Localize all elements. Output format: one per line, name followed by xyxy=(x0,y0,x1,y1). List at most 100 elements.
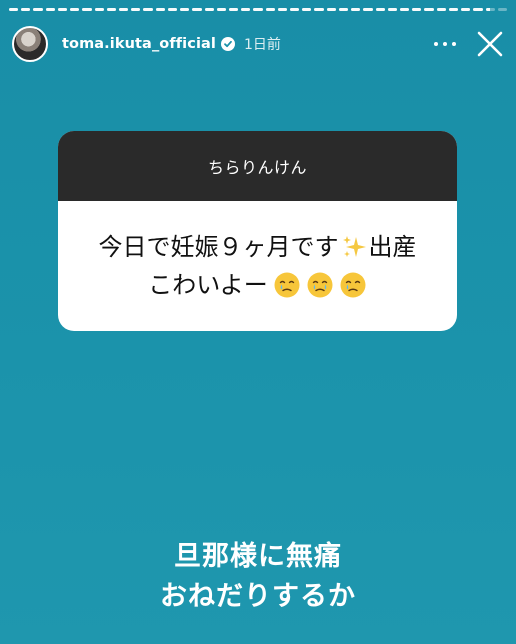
progress-segment xyxy=(143,8,153,11)
progress-segment-fill xyxy=(375,8,385,11)
username[interactable]: toma.ikuta_official xyxy=(62,36,216,52)
progress-segment xyxy=(180,8,190,11)
close-button[interactable] xyxy=(474,28,506,60)
progress-segment-fill xyxy=(155,8,165,11)
question-line-1: 今日で妊娠９ヶ月です 出産 xyxy=(99,228,417,266)
progress-segment-fill xyxy=(57,8,68,11)
progress-segment-fill xyxy=(461,8,471,11)
progress-segment xyxy=(277,8,288,11)
progress-segment xyxy=(155,8,165,11)
post-time: 1日前 xyxy=(243,37,281,53)
progress-segment xyxy=(131,8,141,11)
progress-segment xyxy=(485,8,495,11)
progress-segment xyxy=(314,8,324,11)
progress-segment xyxy=(21,8,31,11)
question-text-part: こわいよー xyxy=(148,271,268,299)
progress-segment-fill xyxy=(216,8,226,11)
story-progress-bar xyxy=(9,8,507,11)
question-text-part: 今日で妊娠９ヶ月です xyxy=(98,233,339,261)
face-holding-back-tears-icon xyxy=(340,272,366,298)
progress-segment-fill xyxy=(265,8,275,11)
verified-badge-icon xyxy=(220,37,235,51)
question-text-part: 出産 xyxy=(368,233,417,261)
progress-segment-fill xyxy=(253,8,263,11)
progress-segment xyxy=(375,8,385,11)
reply-line-2: おねだりするか xyxy=(160,581,356,612)
more-dot-icon xyxy=(434,42,438,46)
progress-segment-fill xyxy=(192,8,202,11)
more-options-button[interactable] xyxy=(430,29,460,59)
avatar[interactable] xyxy=(12,26,48,62)
progress-segment-fill xyxy=(351,8,361,11)
progress-segment-fill xyxy=(118,8,129,11)
progress-segment xyxy=(436,8,446,11)
progress-segment-fill xyxy=(424,8,434,11)
question-asker: ちらりんけん xyxy=(58,131,457,201)
question-line-2: こわいよー xyxy=(148,266,367,304)
more-dot-icon xyxy=(443,42,447,46)
progress-segment-fill xyxy=(204,8,214,11)
progress-segment xyxy=(400,8,410,11)
progress-segment xyxy=(424,8,434,11)
progress-segment-fill xyxy=(70,8,80,11)
progress-segment xyxy=(33,8,43,11)
progress-segment-fill xyxy=(448,8,459,11)
progress-segment-fill xyxy=(338,8,349,11)
progress-segment xyxy=(192,8,202,11)
close-icon xyxy=(477,31,503,57)
progress-segment xyxy=(338,8,349,11)
face-holding-back-tears-icon xyxy=(274,272,300,298)
progress-segment-fill xyxy=(473,8,483,11)
progress-segment-fill xyxy=(106,8,116,11)
progress-segment xyxy=(216,8,226,11)
progress-segment-fill xyxy=(400,8,410,11)
progress-segment-fill xyxy=(326,8,336,11)
progress-segment xyxy=(167,8,178,11)
progress-segment xyxy=(412,8,422,11)
sparkles-icon xyxy=(342,236,366,257)
progress-segment xyxy=(253,8,263,11)
progress-segment-fill xyxy=(33,8,43,11)
progress-segment xyxy=(302,8,312,11)
progress-segment-fill xyxy=(290,8,300,11)
progress-segment-fill xyxy=(21,8,31,11)
progress-segment-fill xyxy=(82,8,92,11)
progress-segment xyxy=(106,8,116,11)
face-holding-back-tears-icon xyxy=(307,272,333,298)
progress-segment xyxy=(241,8,251,11)
progress-segment-fill xyxy=(45,8,55,11)
story-header: toma.ikuta_official 1日前 xyxy=(12,24,506,64)
progress-segment xyxy=(57,8,68,11)
progress-segment-fill xyxy=(436,8,446,11)
progress-segment xyxy=(45,8,55,11)
progress-segment xyxy=(94,8,104,11)
progress-segment-fill xyxy=(387,8,397,11)
progress-segment xyxy=(204,8,214,11)
progress-segment xyxy=(82,8,92,11)
progress-segment xyxy=(265,8,275,11)
progress-segment-fill xyxy=(9,8,19,11)
progress-segment xyxy=(461,8,471,11)
progress-segment-fill xyxy=(131,8,141,11)
progress-segment xyxy=(290,8,300,11)
reply-line-1: 旦那様に無痛 xyxy=(174,541,342,572)
progress-segment-fill xyxy=(277,8,288,11)
progress-segment xyxy=(228,8,239,11)
progress-segment xyxy=(351,8,361,11)
progress-segment xyxy=(387,8,397,11)
progress-segment-fill xyxy=(241,8,251,11)
progress-segment-fill xyxy=(180,8,190,11)
question-sticker[interactable]: ちらりんけん 今日で妊娠９ヶ月です 出産 こわいよー xyxy=(58,131,457,331)
progress-segment-fill xyxy=(363,8,373,11)
progress-segment-fill xyxy=(143,8,153,11)
progress-segment xyxy=(448,8,459,11)
more-dot-icon xyxy=(452,42,456,46)
progress-segment-fill xyxy=(302,8,312,11)
progress-segment xyxy=(473,8,483,11)
reply-text: 旦那様に無痛 おねだりするか xyxy=(0,537,516,617)
story-viewer: toma.ikuta_official 1日前 ちらりんけん 今日で妊娠９ヶ月で… xyxy=(0,0,516,644)
progress-segment xyxy=(70,8,80,11)
progress-segment-fill xyxy=(94,8,104,11)
progress-segment xyxy=(363,8,373,11)
progress-segment-fill xyxy=(228,8,239,11)
